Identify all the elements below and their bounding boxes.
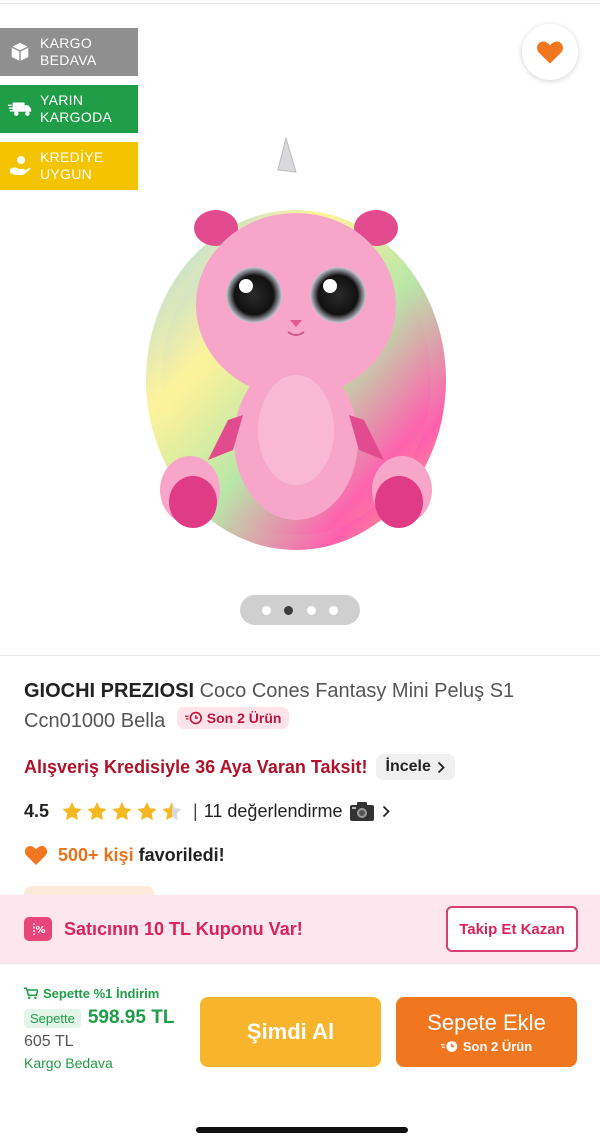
stock-tag: Son 2 Ürün xyxy=(176,707,290,729)
hand-coin-icon xyxy=(0,155,40,177)
cart-discount: Sepette %1 İndirim xyxy=(24,986,194,1001)
favorite-button[interactable] xyxy=(522,24,578,80)
gallery-dot[interactable] xyxy=(261,605,271,615)
star-icon xyxy=(137,801,157,820)
credit-details-label: İncele xyxy=(385,758,431,775)
free-cargo-badge: KARGO BEDAVA xyxy=(0,28,138,76)
follow-and-earn-button[interactable]: Takip Et Kazan xyxy=(446,906,578,952)
orange-heart-icon xyxy=(24,846,48,865)
tomorrow-cargo-badge: YARIN KARGODA xyxy=(0,85,138,133)
chevron-right-icon xyxy=(383,805,391,817)
clock-fast-icon xyxy=(184,711,202,725)
star-icon xyxy=(87,801,107,820)
review-count: 11 değerlendirme xyxy=(203,800,343,821)
purchase-bar: Sepette %1 İndirim Sepette 598.95 TL 605… xyxy=(0,963,600,1143)
favorite-suffix: favoriledi! xyxy=(138,844,225,865)
add-to-cart-stock: Son 2 Ürün xyxy=(440,1039,533,1054)
cart-discount-label: Sepette %1 İndirim xyxy=(43,986,160,1001)
seller-coupon-banner: % Satıcının 10 TL Kuponu Var! Takip Et K… xyxy=(0,895,600,963)
cart-icon xyxy=(24,987,38,1000)
cart-price-line: Sepette 598.95 TL xyxy=(24,1007,194,1029)
chevron-right-icon xyxy=(437,761,445,773)
coupon-text: Satıcının 10 TL Kuponu Var! xyxy=(64,918,303,939)
credit-installment-row: Alışveriş Kredisiyle 36 Aya Varan Taksit… xyxy=(24,754,455,780)
clock-fast-icon xyxy=(440,1041,458,1052)
cart-price-tag: Sepette xyxy=(24,1008,81,1028)
add-to-cart-label: Sepete Ekle xyxy=(427,1010,546,1035)
free-cargo-label: KARGO BEDAVA xyxy=(40,35,97,68)
svg-text:%: % xyxy=(35,925,45,936)
top-divider xyxy=(0,0,600,4)
price-block: Sepette %1 İndirim Sepette 598.95 TL 605… xyxy=(24,986,194,1071)
truck-icon xyxy=(0,99,40,119)
tomorrow-cargo-label: YARIN KARGODA xyxy=(40,92,113,125)
heart-icon xyxy=(537,41,563,64)
rating-separator: | xyxy=(193,800,198,821)
camera-icon xyxy=(350,802,375,821)
cart-price: 598.95 TL xyxy=(87,1007,175,1028)
product-title: GIOCHI PREZIOSI Coco Cones Fantasy Mini … xyxy=(24,676,584,736)
credit-installment-text: Alışveriş Kredisiyle 36 Aya Varan Taksit… xyxy=(24,756,368,777)
rating-stars xyxy=(61,801,183,822)
favorites-row: 500+ kişi favoriledi! xyxy=(24,844,225,866)
buy-now-button[interactable]: Şimdi Al xyxy=(200,997,381,1067)
gallery-dot[interactable] xyxy=(306,605,316,615)
add-to-cart-button[interactable]: Sepete Ekle Son 2 Ürün xyxy=(396,997,577,1067)
gallery-dot-active[interactable] xyxy=(284,605,294,615)
box-icon xyxy=(0,41,40,63)
half-star-icon xyxy=(162,801,182,820)
coupon-icon: % xyxy=(24,917,52,941)
star-icon xyxy=(62,801,82,820)
original-price: 605 TL xyxy=(24,1033,74,1050)
add-to-cart-stock-label: Son 2 Ürün xyxy=(462,1039,533,1054)
gallery-dot[interactable] xyxy=(329,605,339,615)
stock-tag-label: Son 2 Ürün xyxy=(206,710,282,726)
product-brand[interactable]: GIOCHI PREZIOSI xyxy=(24,680,194,702)
favorite-count: 500+ kişi xyxy=(58,844,134,865)
star-icon xyxy=(112,801,132,820)
rating-value: 4.5 xyxy=(24,800,50,821)
credit-details-button[interactable]: İncele xyxy=(375,754,455,780)
home-indicator[interactable] xyxy=(196,1127,408,1133)
gallery-pagination[interactable] xyxy=(240,595,360,625)
rating-row[interactable]: 4.5 | 11 değerlendirme xyxy=(24,800,391,822)
product-image[interactable] xyxy=(118,130,478,550)
section-divider xyxy=(0,655,600,656)
free-shipping-label: Kargo Bedava xyxy=(24,1055,113,1071)
product-gallery[interactable]: KARGO BEDAVA YARIN KARGODA KREDİYE UYGUN xyxy=(0,5,600,653)
